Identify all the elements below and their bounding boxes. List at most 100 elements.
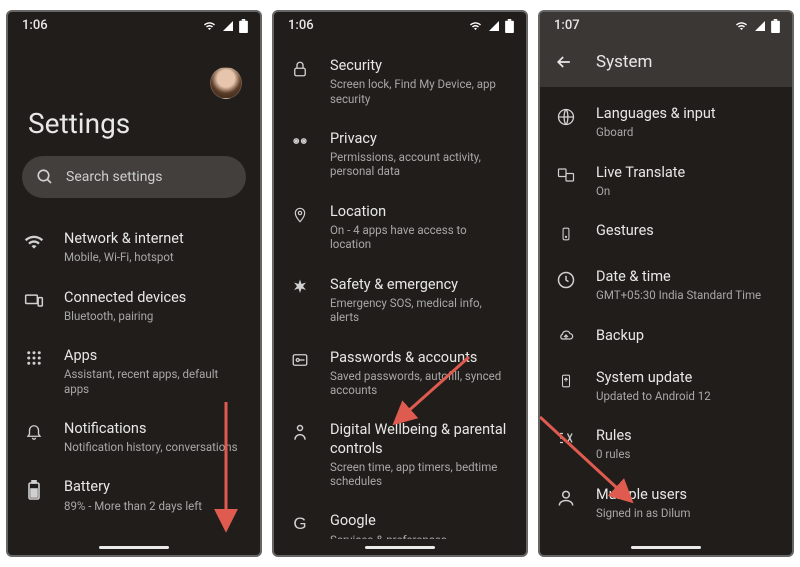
item-network-internet[interactable]: Network & internetMobile, Wi-Fi, hotspot bbox=[8, 218, 260, 277]
back-icon[interactable] bbox=[554, 52, 574, 72]
screen-settings-scrolled: 1:06 Security Screen lock, Find My Device… bbox=[272, 10, 528, 557]
battery-icon bbox=[22, 480, 46, 500]
item-sub: Notification history, conversations bbox=[64, 440, 244, 454]
page-title: Settings bbox=[8, 99, 260, 156]
item-label: Safety & emergency bbox=[330, 276, 510, 294]
header-title: System bbox=[596, 52, 652, 72]
status-icons bbox=[468, 19, 514, 33]
settings-list: Security Screen lock, Find My Device, app… bbox=[274, 37, 526, 539]
clock-icon bbox=[554, 270, 578, 290]
item-label: Live Translate bbox=[596, 164, 776, 182]
profile-avatar[interactable] bbox=[210, 67, 242, 99]
item-battery[interactable]: Battery 89% - More than 2 days left bbox=[8, 466, 260, 525]
privacy-icon bbox=[288, 132, 312, 150]
item-sub: On bbox=[596, 184, 776, 198]
system-header: System bbox=[540, 37, 792, 87]
item-sub: 0 rules bbox=[596, 447, 776, 461]
item-label: Security bbox=[330, 57, 510, 75]
nav-bar[interactable] bbox=[8, 539, 260, 555]
wellbeing-icon bbox=[288, 423, 312, 443]
globe-icon bbox=[554, 107, 578, 127]
item-label: Apps bbox=[64, 347, 244, 365]
status-icons bbox=[734, 19, 780, 33]
item-label: Multiple users bbox=[596, 486, 776, 504]
search-icon bbox=[36, 168, 54, 186]
clock: 1:07 bbox=[554, 18, 580, 33]
status-icons bbox=[202, 19, 248, 33]
clock: 1:06 bbox=[288, 18, 314, 33]
item-sub: Screen lock, Find My Device, app securit… bbox=[330, 77, 510, 106]
item-system-update[interactable]: System update Updated to Android 12 bbox=[540, 357, 792, 416]
lock-icon bbox=[288, 59, 312, 79]
item-sub: Assistant, recent apps, default apps bbox=[64, 367, 244, 396]
nav-bar[interactable] bbox=[274, 539, 526, 555]
wifi-icon bbox=[202, 20, 217, 32]
status-bar: 1:06 bbox=[8, 12, 260, 37]
screen-system: 1:07 System Languages & input Gboard Live… bbox=[538, 10, 794, 557]
update-icon bbox=[554, 371, 578, 391]
item-label: Date & time bbox=[596, 268, 776, 286]
item-sub: Permissions, account activity, personal … bbox=[330, 150, 510, 179]
item-label: Languages & input bbox=[596, 105, 776, 123]
item-sub: Gboard bbox=[596, 125, 776, 139]
search-placeholder: Search settings bbox=[66, 169, 163, 185]
item-security[interactable]: Security Screen lock, Find My Device, app… bbox=[274, 45, 526, 118]
backup-icon bbox=[554, 329, 578, 345]
item-connected-devices[interactable]: Connected devicesBluetooth, pairing bbox=[8, 277, 260, 336]
signal-icon bbox=[753, 20, 767, 32]
item-label: Backup bbox=[596, 327, 776, 345]
apps-icon bbox=[22, 349, 46, 367]
item-label: Notifications bbox=[64, 420, 244, 438]
item-date-time[interactable]: Date & time GMT+05:30 India Standard Time bbox=[540, 256, 792, 315]
item-sub: Emergency SOS, medical info, alerts bbox=[330, 296, 510, 325]
battery-icon bbox=[771, 19, 780, 33]
wifi-icon bbox=[22, 232, 46, 252]
status-bar: 1:06 bbox=[274, 12, 526, 37]
item-passwords-accounts[interactable]: Passwords & accountsSaved passwords, aut… bbox=[274, 337, 526, 410]
item-multiple-users[interactable]: Multiple users Signed in as Dilum bbox=[540, 474, 792, 533]
item-location[interactable]: LocationOn - 4 apps have access to locat… bbox=[274, 191, 526, 264]
item-live-translate[interactable]: Live Translate On bbox=[540, 152, 792, 211]
system-list: Languages & input Gboard Live Translate On… bbox=[540, 87, 792, 539]
bell-icon bbox=[22, 422, 46, 440]
item-sub: Screen time, app timers, bedtime schedul… bbox=[330, 460, 510, 489]
item-label: System update bbox=[596, 369, 776, 387]
item-label: Battery bbox=[64, 478, 244, 496]
screen-settings-main: 1:06 Settings Search settings Network & … bbox=[6, 10, 262, 557]
item-label: Rules bbox=[596, 427, 776, 445]
search-input[interactable]: Search settings bbox=[22, 156, 246, 198]
item-safety-emergency[interactable]: Safety & emergency Emergency SOS, medical… bbox=[274, 264, 526, 337]
settings-list: Network & internetMobile, Wi-Fi, hotspot… bbox=[8, 216, 260, 539]
translate-icon bbox=[554, 166, 578, 184]
item-gestures[interactable]: Gestures bbox=[540, 210, 792, 256]
google-icon: G bbox=[288, 514, 312, 534]
item-privacy[interactable]: Privacy Permissions, account activity, pe… bbox=[274, 118, 526, 191]
item-digital-wellbeing[interactable]: Digital Wellbeing & parental controls Scr… bbox=[274, 409, 526, 500]
item-google[interactable]: G GoogleServices & preferences bbox=[274, 500, 526, 539]
item-sub: 89% - More than 2 days left bbox=[64, 499, 244, 513]
item-sub: GMT+05:30 India Standard Time bbox=[596, 288, 776, 302]
nav-bar[interactable] bbox=[540, 539, 792, 555]
item-apps[interactable]: Apps Assistant, recent apps, default apps bbox=[8, 335, 260, 408]
item-notifications[interactable]: Notifications Notification history, conve… bbox=[8, 408, 260, 467]
item-label: Privacy bbox=[330, 130, 510, 148]
rules-icon bbox=[554, 429, 578, 447]
item-sub: Updated to Android 12 bbox=[596, 389, 776, 403]
key-icon bbox=[288, 351, 312, 369]
item-backup[interactable]: Backup bbox=[540, 315, 792, 357]
item-developer-options[interactable]: { } Developer options bbox=[540, 532, 792, 539]
item-storage[interactable]: Storage18% used - 105 GB free bbox=[8, 525, 260, 539]
item-rules[interactable]: Rules 0 rules bbox=[540, 415, 792, 474]
item-label: Google bbox=[330, 512, 510, 530]
location-icon bbox=[288, 205, 312, 225]
emergency-icon bbox=[288, 278, 312, 296]
item-label: Passwords & accounts bbox=[330, 349, 510, 367]
item-label: Digital Wellbeing & parental controls bbox=[330, 421, 510, 457]
battery-icon bbox=[239, 19, 248, 33]
item-sub: Bluetooth, pairing bbox=[64, 309, 244, 323]
item-sub: Signed in as Dilum bbox=[596, 506, 776, 520]
item-languages-input[interactable]: Languages & input Gboard bbox=[540, 93, 792, 152]
clock: 1:06 bbox=[22, 18, 48, 33]
item-label: Network & internet bbox=[64, 230, 244, 248]
wifi-icon bbox=[468, 20, 483, 32]
